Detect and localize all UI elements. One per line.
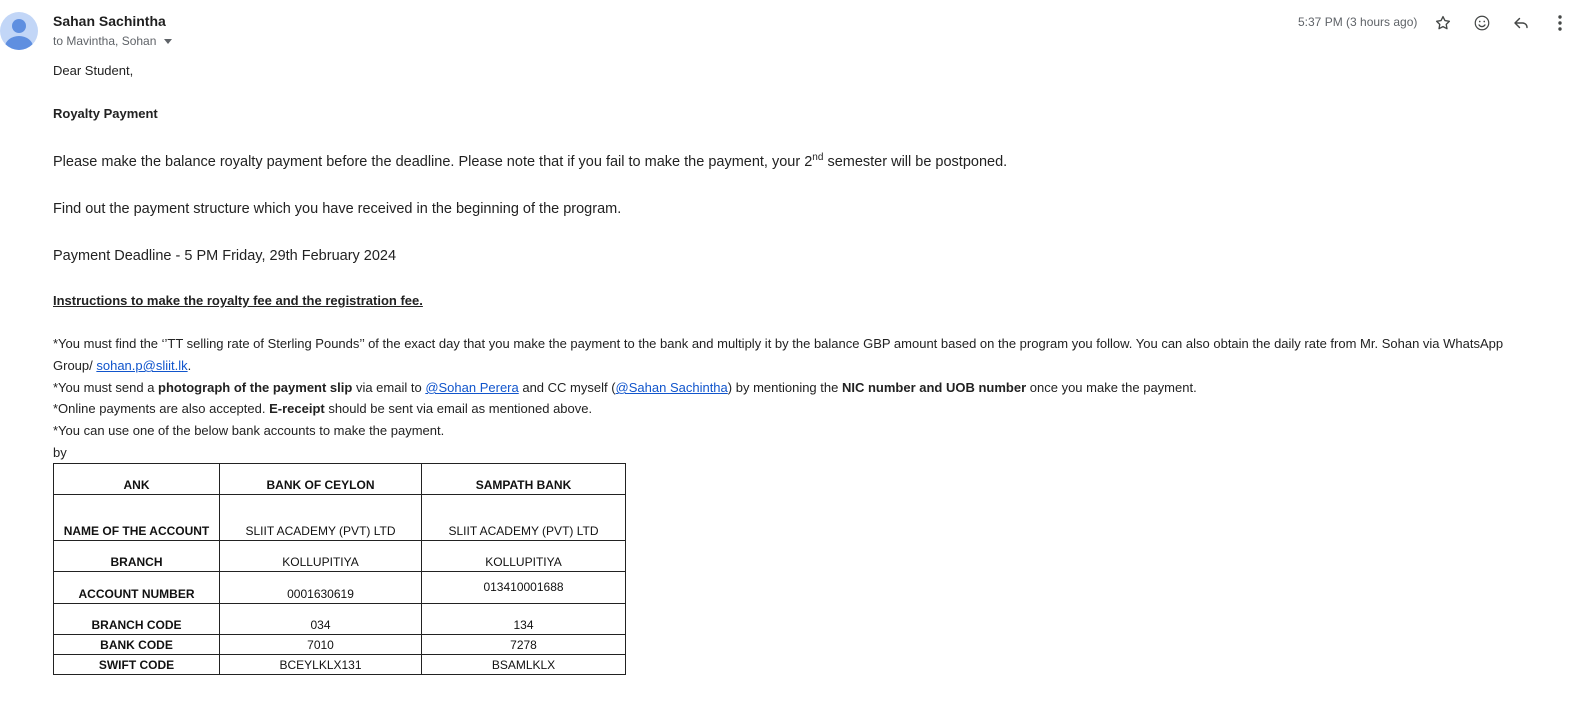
- line3-c: via email to: [352, 380, 426, 395]
- table-cell: 7010: [219, 634, 422, 655]
- table-header-row: ANK BANK OF CEYLON SAMPATH BANK: [53, 463, 626, 495]
- instruction-line-1: *You must find the ‘’TT selling rate of …: [53, 336, 1504, 351]
- table-cell: SLIIT ACADEMY (PVT) LTD: [219, 494, 422, 541]
- line4-c: should be sent via email as mentioned ab…: [324, 401, 593, 416]
- table-header-cell: ANK: [53, 463, 220, 495]
- para1-text-b: semester will be postponed.: [823, 153, 1008, 170]
- line4-a: *Online payments are also accepted.: [53, 401, 270, 416]
- line3-g: once you make the payment.: [1026, 380, 1197, 395]
- table-cell: 0001630619: [219, 571, 422, 604]
- table-row: SWIFT CODE BCEYLKLX131 BSAMLKLX: [53, 654, 626, 675]
- para1-text-a: Please make the balance royalty payment …: [53, 153, 813, 170]
- subject-heading: Royalty Payment: [53, 106, 158, 121]
- instruction-line-2: Group/ sohan.p@sliit.lk.: [53, 358, 191, 373]
- mention-sohan-perera[interactable]: @Sohan Perera: [425, 380, 518, 395]
- recipients: to Mavintha, Sohan: [53, 34, 173, 48]
- paragraph-payment-structure: Find out the payment structure which you…: [53, 201, 622, 217]
- table-cell: BSAMLKLX: [421, 654, 626, 675]
- table-cell: KOLLUPITIYA: [219, 540, 422, 572]
- sender-name[interactable]: Sahan Sachintha: [53, 13, 166, 29]
- line4-b: E-receipt: [269, 401, 325, 416]
- table-header-cell: BANK OF CEYLON: [219, 463, 422, 495]
- line3-e: ) by mentioning the: [727, 380, 842, 395]
- table-cell: 134: [421, 603, 626, 635]
- chevron-down-icon[interactable]: [164, 38, 173, 44]
- instruction-line-4: *Online payments are also accepted. E-re…: [53, 401, 592, 416]
- avatar-head: [12, 19, 26, 33]
- line3-d: and CC myself (: [518, 380, 616, 395]
- table-row: BRANCH CODE 034 134: [53, 603, 626, 635]
- recipients-text: to Mavintha, Sohan: [53, 34, 157, 48]
- instruction-line-3: *You must send a photograph of the payme…: [53, 380, 1197, 395]
- table-row: ACCOUNT NUMBER 0001630619 013410001688: [53, 571, 626, 604]
- table-cell: BRANCH: [53, 540, 220, 572]
- table-row: BRANCH KOLLUPITIYA KOLLUPITIYA: [53, 540, 626, 572]
- emoji-icon[interactable]: [1471, 12, 1493, 34]
- sender-avatar[interactable]: [0, 12, 38, 50]
- table-cell: 7278: [421, 634, 626, 655]
- table-cell: NAME OF THE ACCOUNT: [53, 494, 220, 541]
- by-text: by: [53, 445, 67, 460]
- paragraph-deadline-note: Please make the balance royalty payment …: [53, 152, 1007, 170]
- table-cell: KOLLUPITIYA: [421, 540, 626, 572]
- more-vert-icon[interactable]: [1553, 12, 1567, 34]
- table-header-cell: SAMPATH BANK: [421, 463, 626, 495]
- table-cell: SWIFT CODE: [53, 654, 220, 675]
- timestamp: 5:37 PM (3 hours ago): [1298, 15, 1418, 29]
- mention-sahan-sachintha[interactable]: @Sahan Sachintha: [616, 380, 728, 395]
- email-link-sohan[interactable]: sohan.p@sliit.lk: [96, 358, 187, 373]
- avatar-body: [5, 36, 33, 50]
- line3-b: photograph of the payment slip: [158, 380, 353, 395]
- reply-icon[interactable]: [1510, 12, 1532, 34]
- table-cell: ACCOUNT NUMBER: [53, 571, 220, 604]
- table-row: BANK CODE 7010 7278: [53, 634, 626, 655]
- table-cell: BANK CODE: [53, 634, 220, 655]
- table-cell: SLIIT ACADEMY (PVT) LTD: [421, 494, 626, 541]
- line2-period: .: [187, 358, 192, 373]
- payment-deadline: Payment Deadline - 5 PM Friday, 29th Feb…: [53, 248, 397, 264]
- greeting: Dear Student,: [53, 63, 134, 78]
- line3-a: *You must send a: [53, 380, 159, 395]
- line3-f: NIC number and UOB number: [841, 380, 1027, 395]
- star-icon[interactable]: [1432, 12, 1454, 34]
- table-cell: BRANCH CODE: [53, 603, 220, 635]
- table-cell: 013410001688: [421, 571, 626, 604]
- line2-text: Group/: [53, 358, 97, 373]
- instructions-heading: Instructions to make the royalty fee and…: [53, 293, 423, 308]
- para1-superscript: nd: [812, 152, 824, 163]
- instruction-line-5: *You can use one of the below bank accou…: [53, 423, 445, 438]
- table-cell: BCEYLKLX131: [219, 654, 422, 675]
- table-cell: 034: [219, 603, 422, 635]
- table-row: NAME OF THE ACCOUNT SLIIT ACADEMY (PVT) …: [53, 494, 626, 541]
- bank-accounts-table: ANK BANK OF CEYLON SAMPATH BANK NAME OF …: [53, 463, 626, 675]
